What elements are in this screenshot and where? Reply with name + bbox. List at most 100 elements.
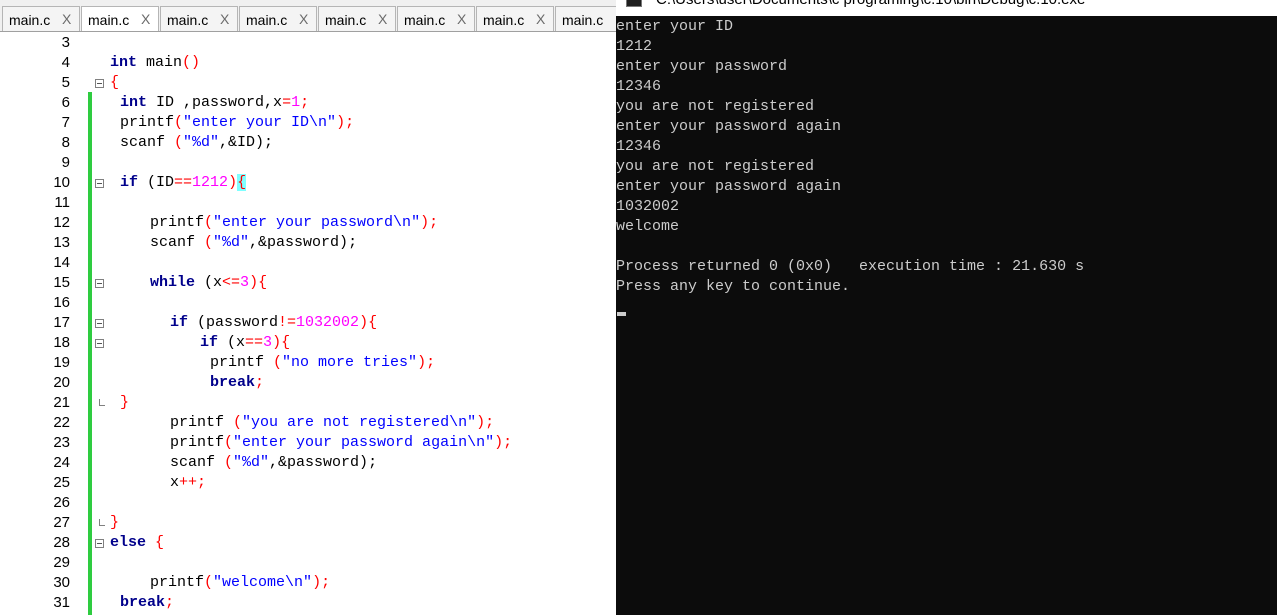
brace: { [110, 74, 120, 91]
editor-tab[interactable]: main.c [555, 6, 616, 31]
console-line: you are not registered [616, 158, 815, 175]
code-line[interactable]: { [110, 74, 119, 91]
console-title-bar[interactable]: C:\Users\user\Documents\c programing\c.1… [616, 0, 1277, 16]
operator: ( [174, 114, 184, 131]
tab-label: main.c [167, 12, 209, 28]
console-line: welcome [616, 218, 680, 235]
code-line[interactable]: if (ID==1212){ [120, 174, 247, 191]
operator: () [182, 54, 201, 71]
console-line: Process returned 0 (0x0) execution time … [616, 258, 1085, 275]
code-editor[interactable]: main.c X main.c X main.c X main.c X main… [0, 0, 616, 615]
line-number: 30 [53, 574, 70, 591]
code-line[interactable]: } [110, 514, 119, 531]
number-literal: 1212 [192, 174, 229, 191]
code-line[interactable]: scanf ("%d",&ID); [120, 134, 273, 151]
fold-toggle-icon[interactable] [95, 319, 104, 328]
operator: ( [224, 454, 234, 471]
code-text: printf [170, 434, 225, 451]
code-line[interactable]: break; [120, 594, 174, 611]
code-line[interactable]: x++; [170, 474, 206, 491]
console-line: 12346 [616, 138, 662, 155]
code-line[interactable]: scanf ("%d",&password); [170, 454, 377, 471]
code-text: printf [150, 574, 205, 591]
editor-tab[interactable]: main.c X [239, 6, 317, 31]
operator: ( [204, 214, 214, 231]
number-literal: 1032002 [296, 314, 360, 331]
fold-toggle-icon[interactable] [95, 79, 104, 88]
code-text: x [170, 474, 180, 491]
line-number: 8 [61, 134, 70, 151]
code-line[interactable]: if (x==3){ [200, 334, 290, 351]
code-line[interactable]: } [120, 394, 129, 411]
operator: ); [476, 414, 495, 431]
tab-label: main.c [246, 12, 288, 28]
code-line[interactable]: if (password!=1032002){ [170, 314, 377, 331]
string-literal: "%d" [213, 234, 250, 251]
line-number: 25 [53, 474, 70, 491]
close-tab-icon[interactable]: X [457, 11, 466, 27]
line-number: 13 [53, 234, 70, 251]
matched-brace: { [237, 174, 247, 191]
editor-tab[interactable]: main.c X [160, 6, 238, 31]
keyword: while [150, 274, 196, 291]
console-line: enter your password again [616, 118, 842, 135]
code-line[interactable]: printf ("no more tries"); [210, 354, 435, 371]
editor-tab[interactable]: main.c X [318, 6, 396, 31]
operator: ; [197, 474, 207, 491]
fold-toggle-icon[interactable] [95, 279, 104, 288]
operator: ); [420, 214, 439, 231]
fold-toggle-icon[interactable] [95, 539, 104, 548]
code-line[interactable]: while (x<=3){ [150, 274, 267, 291]
operator: == [174, 174, 193, 191]
line-number: 29 [53, 554, 70, 571]
operator: ( [204, 574, 214, 591]
string-literal: "enter your password again\n" [233, 434, 495, 451]
close-tab-icon[interactable]: X [536, 11, 545, 27]
editor-tab[interactable]: main.c X [81, 6, 159, 31]
code-line[interactable]: int ID ,password,x=1; [120, 94, 309, 111]
line-number: 23 [53, 434, 70, 451]
operator: ; [300, 94, 310, 111]
code-line[interactable]: int main() [110, 54, 200, 71]
code-line[interactable]: printf ("you are not registered\n"); [170, 414, 494, 431]
editor-tab[interactable]: main.c X [397, 6, 475, 31]
line-number: 24 [53, 454, 70, 471]
fold-toggle-icon[interactable] [95, 179, 104, 188]
keyword: if [170, 314, 189, 331]
editor-tab[interactable]: main.c X [476, 6, 554, 31]
code-line[interactable]: printf("enter your password\n"); [150, 214, 438, 231]
code-text: ,&password); [249, 234, 358, 251]
string-literal: "enter your password\n" [213, 214, 421, 231]
code-line[interactable]: printf("welcome\n"); [150, 574, 330, 591]
code-text: ,&ID); [219, 134, 274, 151]
operator: ( [204, 234, 214, 251]
line-number: 17 [53, 314, 70, 331]
console-line: enter your password again [616, 178, 842, 195]
string-literal: "no more tries" [282, 354, 418, 371]
code-line[interactable]: else { [110, 534, 164, 551]
code-line[interactable]: printf("enter your password again\n"); [170, 434, 512, 451]
keyword: else [110, 534, 147, 551]
close-tab-icon[interactable]: X [378, 11, 387, 27]
code-line[interactable]: scanf ("%d",&password); [150, 234, 357, 251]
operator: ( [233, 414, 243, 431]
code-line[interactable]: printf("enter your ID\n"); [120, 114, 354, 131]
console-title: C:\Users\user\Documents\c programing\c.1… [656, 0, 1085, 8]
close-tab-icon[interactable]: X [141, 11, 150, 27]
line-number: 15 [53, 274, 70, 291]
close-tab-icon[interactable]: X [62, 11, 71, 27]
line-number: 28 [53, 534, 70, 551]
line-number: 11 [54, 194, 70, 211]
close-tab-icon[interactable]: X [220, 11, 229, 27]
close-tab-icon[interactable]: X [299, 11, 308, 27]
code-text: scanf [150, 234, 205, 251]
code-line[interactable]: break; [210, 374, 264, 391]
line-number: 22 [53, 414, 70, 431]
line-number: 10 [53, 174, 70, 191]
console-window[interactable]: C:\Users\user\Documents\c programing\c.1… [616, 0, 1277, 615]
line-number: 14 [53, 254, 70, 271]
line-number: 21 [53, 394, 70, 411]
editor-tab[interactable]: main.c X [2, 6, 80, 31]
fold-toggle-icon[interactable] [95, 339, 104, 348]
fold-end-icon [99, 399, 105, 406]
